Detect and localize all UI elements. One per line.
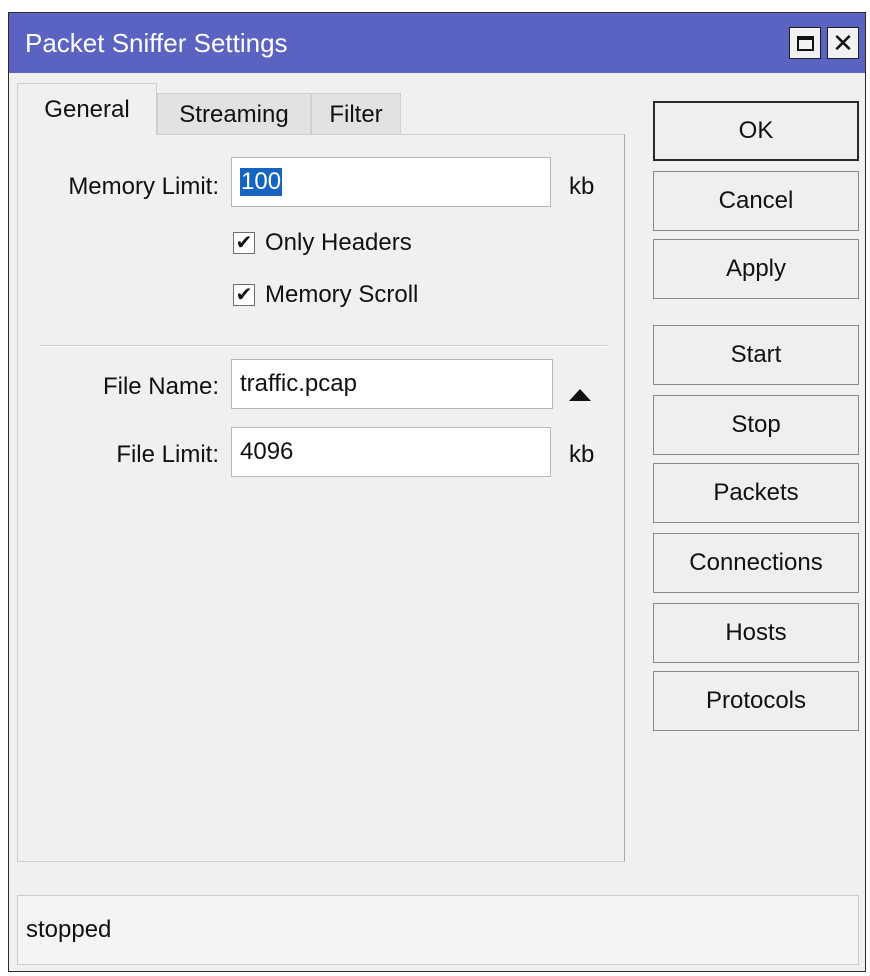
apply-button[interactable]: Apply bbox=[653, 239, 859, 299]
tab-streaming[interactable]: Streaming bbox=[157, 93, 311, 135]
section-divider bbox=[39, 345, 607, 347]
file-limit-input[interactable]: 4096 bbox=[231, 427, 551, 477]
maximize-icon bbox=[796, 35, 814, 51]
file-name-input[interactable]: traffic.pcap bbox=[231, 359, 553, 409]
memory-scroll-checkbox[interactable]: ✔ Memory Scroll bbox=[233, 281, 418, 309]
ok-button[interactable]: OK bbox=[653, 101, 859, 161]
tab-general[interactable]: General bbox=[17, 83, 157, 135]
memory-scroll-label: Memory Scroll bbox=[265, 281, 419, 308]
close-icon: ✕ bbox=[832, 28, 854, 58]
maximize-button[interactable] bbox=[789, 27, 821, 59]
memory-limit-unit: kb bbox=[569, 173, 595, 200]
protocols-button[interactable]: Protocols bbox=[653, 671, 859, 731]
hosts-button[interactable]: Hosts bbox=[653, 603, 859, 663]
status-bar: stopped bbox=[17, 895, 859, 965]
file-name-label: File Name: bbox=[102, 373, 219, 400]
memory-limit-label: Memory Limit: bbox=[68, 173, 219, 200]
arrow-up-icon[interactable] bbox=[569, 389, 591, 401]
file-limit-label: File Limit: bbox=[116, 441, 219, 468]
close-button[interactable]: ✕ bbox=[827, 27, 859, 59]
cancel-button[interactable]: Cancel bbox=[653, 171, 859, 231]
file-limit-unit: kb bbox=[569, 441, 595, 468]
start-button[interactable]: Start bbox=[653, 325, 859, 385]
window-title: Packet Sniffer Settings bbox=[25, 28, 288, 58]
checkmark-icon: ✔ bbox=[233, 284, 255, 306]
connections-button[interactable]: Connections bbox=[653, 533, 859, 593]
packets-button[interactable]: Packets bbox=[653, 463, 859, 523]
tab-filter[interactable]: Filter bbox=[311, 93, 401, 135]
stop-button[interactable]: Stop bbox=[653, 395, 859, 455]
title-bar[interactable]: Packet Sniffer Settings ✕ bbox=[9, 13, 865, 73]
checkmark-icon: ✔ bbox=[233, 232, 255, 254]
memory-limit-input[interactable]: 100 bbox=[231, 157, 551, 207]
memory-limit-value: 100 bbox=[240, 168, 283, 196]
only-headers-label: Only Headers bbox=[265, 229, 412, 256]
packet-sniffer-window: Packet Sniffer Settings ✕ General Stream… bbox=[8, 12, 866, 972]
only-headers-checkbox[interactable]: ✔ Only Headers bbox=[233, 229, 412, 257]
